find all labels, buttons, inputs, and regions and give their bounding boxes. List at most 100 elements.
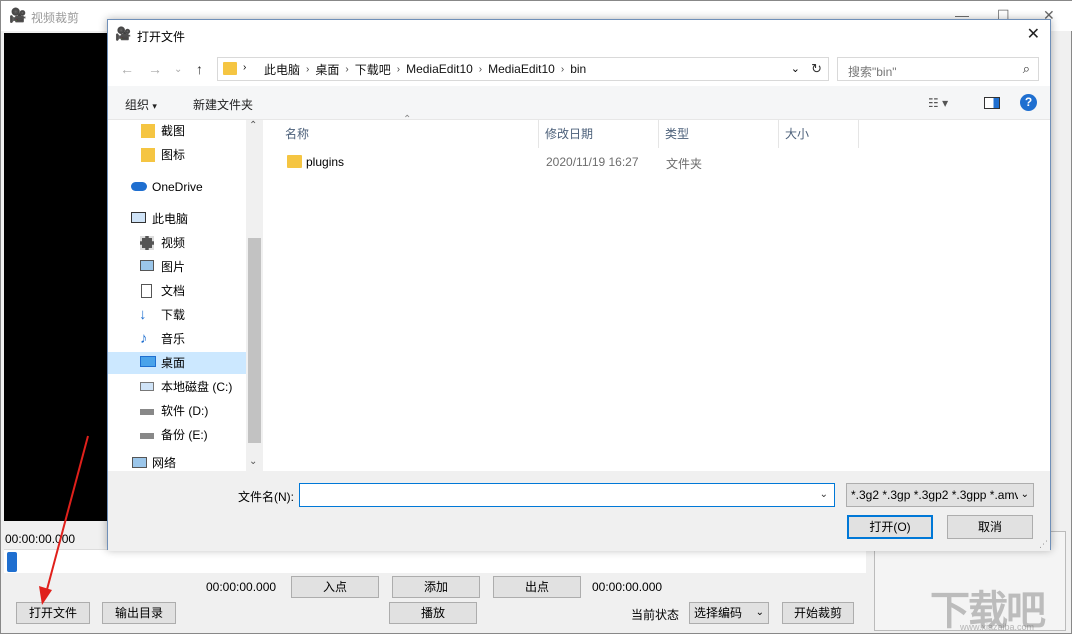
column-modified[interactable]: 修改日期 (545, 125, 593, 142)
refresh-icon[interactable]: ↻ (811, 61, 822, 77)
nav-item-network[interactable]: 网络 (108, 455, 246, 471)
dialog-camera-icon: 🎥 (115, 26, 132, 41)
search-icon: ⌕ (1022, 61, 1030, 76)
help-icon[interactable]: ? (1020, 94, 1037, 111)
nav-item-label: 截图 (161, 124, 186, 138)
column-name[interactable]: 名称 (285, 125, 309, 142)
timeline-thumb[interactable] (7, 552, 17, 572)
file-modified: 2020/11/19 16:27 (546, 155, 639, 169)
command-bar: 组织 ▾ 新建文件夹 ☷ ▾ ? (108, 86, 1050, 120)
nav-item-label: 备份 (E:) (161, 428, 208, 442)
breadcrumb-item[interactable]: 此电脑 (258, 61, 306, 78)
view-options-icon[interactable]: ☷ ▾ (928, 96, 948, 110)
computer-icon (131, 212, 146, 223)
nav-item-label: 图片 (161, 260, 186, 274)
encode-select-value: 选择编码 (694, 606, 743, 620)
new-folder-button[interactable]: 新建文件夹 (193, 96, 253, 113)
dialog-close-icon[interactable]: ✕ (1027, 24, 1040, 44)
nav-item-label: 音乐 (161, 332, 186, 346)
navigation-scrollbar[interactable]: ⌃ ⌄ (246, 120, 263, 471)
forward-icon[interactable]: → (148, 61, 162, 77)
in-point-button[interactable]: 入点 (291, 576, 379, 598)
search-box[interactable]: 搜索"bin" ⌕ (837, 57, 1039, 81)
nav-item-music[interactable]: ♪ 音乐 (108, 328, 246, 350)
back-icon[interactable]: ← (120, 61, 134, 77)
document-icon (141, 284, 152, 298)
encode-select[interactable]: 选择编码 ⌄ (689, 602, 769, 624)
up-icon[interactable]: ↑ (196, 61, 203, 77)
nav-item-label: 本地磁盘 (C:) (161, 380, 233, 394)
nav-item-downloads[interactable]: ↓ 下载 (108, 304, 246, 326)
filename-input[interactable]: ⌄ (299, 483, 835, 507)
nav-item-drive-c[interactable]: 本地磁盘 (C:) (108, 376, 246, 398)
file-row[interactable]: plugins 2020/11/19 16:27 文件夹 (281, 152, 961, 174)
organize-button[interactable]: 组织 ▾ (125, 96, 157, 113)
nav-item-icons[interactable]: 图标 (108, 144, 246, 166)
sort-ascending-icon: ⌃ (403, 114, 412, 125)
breadcrumb-item[interactable]: MediaEdit10 (482, 62, 561, 76)
add-button[interactable]: 添加 (392, 576, 480, 598)
preview-pane-icon[interactable] (984, 97, 1000, 109)
filename-dropdown-icon[interactable]: ⌄ (820, 489, 828, 500)
out-time: 00:00:00.000 (592, 580, 663, 594)
breadcrumb-item[interactable]: 下载吧 (349, 61, 397, 78)
nav-item-desktop[interactable]: 桌面 (108, 352, 246, 374)
resize-grip-icon[interactable]: ⋰ (1039, 539, 1048, 550)
output-dir-button[interactable]: 输出目录 (102, 602, 176, 624)
recent-chevron-icon[interactable]: ⌄ (174, 64, 182, 75)
breadcrumb-item[interactable]: bin (564, 62, 592, 76)
open-file-button[interactable]: 打开文件 (16, 602, 90, 624)
picture-icon (140, 260, 154, 271)
nav-item-documents[interactable]: 文档 (108, 280, 246, 302)
navigation-bar: ← → ⌄ ↑ › 此电脑 › 桌面 › 下载吧 › MediaEdit10 › Med… (108, 52, 1050, 86)
scroll-down-icon[interactable]: ⌄ (249, 456, 257, 467)
drive-icon (140, 409, 154, 415)
download-icon: ↓ (139, 306, 147, 323)
nav-item-label: 网络 (152, 456, 177, 470)
chevron-down-icon: ▾ (152, 101, 157, 111)
cloud-icon (131, 182, 147, 191)
in-time: 00:00:00.000 (206, 580, 277, 594)
folder-icon (287, 155, 302, 168)
out-point-button[interactable]: 出点 (493, 576, 581, 598)
column-type[interactable]: 类型 (665, 125, 689, 142)
cancel-button[interactable]: 取消 (947, 515, 1033, 539)
column-divider[interactable] (858, 120, 859, 148)
nav-item-videos[interactable]: 视频 (108, 232, 246, 254)
folder-icon (141, 148, 155, 162)
dialog-footer: 文件名(N): ⌄ *.3g2 *.3gp *.3gp2 *.3gpp *.am… (108, 471, 1050, 551)
nav-item-pictures[interactable]: 图片 (108, 256, 246, 278)
nav-item-onedrive[interactable]: OneDrive (108, 176, 246, 198)
app-camera-icon: 🎥 (9, 7, 27, 23)
scroll-up-icon[interactable]: ⌃ (249, 120, 257, 131)
address-dropdown-icon[interactable]: ⌄ (791, 62, 800, 75)
file-name: plugins (306, 155, 345, 169)
nav-item-drive-e[interactable]: 备份 (E:) (108, 424, 246, 446)
organize-label: 组织 (125, 98, 150, 112)
open-button[interactable]: 打开(O) (847, 515, 933, 539)
nav-item-drive-d[interactable]: 软件 (D:) (108, 400, 246, 422)
address-bar[interactable]: › 此电脑 › 桌面 › 下载吧 › MediaEdit10 › MediaEdit10… (217, 57, 829, 81)
nav-item-screenshots[interactable]: 截图 (108, 120, 246, 142)
nav-item-label: 视频 (161, 236, 186, 250)
filename-label: 文件名(N): (238, 490, 294, 504)
breadcrumb-item[interactable]: MediaEdit10 (400, 62, 479, 76)
nav-item-label: 软件 (D:) (161, 404, 209, 418)
breadcrumb-chevron-icon: › (243, 62, 247, 73)
column-size[interactable]: 大小 (785, 125, 809, 142)
timeline-slider[interactable] (4, 549, 866, 573)
scrollbar-thumb[interactable] (248, 238, 261, 443)
column-divider[interactable] (658, 120, 659, 148)
play-button[interactable]: 播放 (389, 602, 477, 624)
breadcrumb-item[interactable]: 桌面 (309, 61, 345, 78)
nav-item-label: 此电脑 (152, 212, 189, 226)
nav-item-this-pc[interactable]: 此电脑 (108, 208, 246, 230)
nav-item-label: 图标 (161, 148, 186, 162)
breadcrumb: 此电脑 › 桌面 › 下载吧 › MediaEdit10 › MediaEdit10 › … (258, 58, 592, 80)
column-divider[interactable] (778, 120, 779, 148)
file-list: ⌃ 名称 修改日期 类型 大小 plugins 2020/11/19 16:27… (267, 114, 1050, 471)
start-cut-button[interactable]: 开始裁剪 (782, 602, 854, 624)
column-divider[interactable] (538, 120, 539, 148)
file-type-filter[interactable]: *.3g2 *.3gp *.3gp2 *.3gpp *.amv ⌄ (846, 483, 1034, 507)
drive-icon (140, 433, 154, 439)
